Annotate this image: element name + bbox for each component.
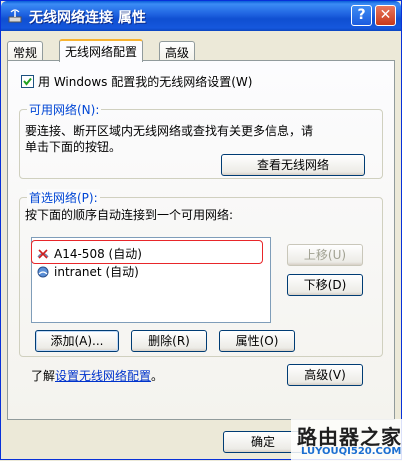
preferred-networks-legend: 首选网络(P): — [27, 189, 100, 206]
list-item[interactable]: intranet (自动) — [34, 263, 268, 281]
network-connection-icon — [8, 9, 22, 23]
properties-window: 无线网络连接 属性 ? ✕ 常规 无线网络配置 高级 用 Windows 配置我… — [0, 0, 402, 461]
tab-advanced[interactable]: 高级 — [159, 41, 196, 60]
close-button[interactable]: ✕ — [375, 5, 396, 26]
wireless-network-icon — [37, 266, 49, 278]
window-title: 无线网络连接 属性 — [29, 10, 146, 26]
windows-config-checkbox[interactable] — [21, 75, 34, 88]
close-icon: ✕ — [379, 7, 392, 23]
help-button[interactable]: ? — [351, 5, 372, 26]
tab-general[interactable]: 常规 — [7, 41, 44, 60]
advanced-button[interactable]: 高级(V) — [287, 364, 363, 386]
available-description-line2: 单击下面的按钮。 — [25, 140, 122, 154]
learn-prefix: 了解 — [31, 369, 56, 383]
remove-network-button[interactable]: 删除(R) — [131, 330, 207, 352]
windows-config-checkbox-row[interactable]: 用 Windows 配置我的无线网络设置(W) — [21, 73, 252, 90]
move-down-button[interactable]: 下移(D) — [287, 274, 363, 296]
checkmark-icon — [23, 77, 32, 86]
available-networks-legend: 可用网络(N): — [27, 101, 102, 118]
move-up-button[interactable]: 上移(U) — [287, 244, 363, 266]
selection-highlight-annotation — [31, 240, 263, 264]
title-bar[interactable]: 无线网络连接 属性 ? ✕ — [1, 1, 401, 31]
site-watermark: 路由器之家 LUYOUQI520.COM — [291, 419, 402, 461]
network-properties-button[interactable]: 属性(O) — [219, 330, 295, 352]
learn-more-line: 了解设置无线网络配置。 — [31, 367, 163, 384]
watermark-url: LUYOUQI520.COM — [301, 446, 402, 457]
setup-wireless-link[interactable]: 设置无线网络配置 — [55, 369, 151, 383]
add-network-button[interactable]: 添加(A)... — [35, 330, 119, 352]
network-name: intranet (自动) — [54, 265, 139, 279]
windows-config-label: 用 Windows 配置我的无线网络设置(W) — [38, 75, 253, 89]
learn-suffix: 。 — [151, 369, 164, 383]
available-description-line1: 要连接、断开区域内无线网络或查找有关更多信息，请 — [25, 124, 314, 138]
view-wireless-networks-button[interactable]: 查看无线网络 — [221, 154, 365, 176]
tab-wireless-networks[interactable]: 无线网络配置 — [59, 39, 144, 62]
help-icon: ? — [357, 7, 366, 23]
preferred-description: 按下面的顺序自动连接到一个可用网络: — [25, 208, 234, 222]
